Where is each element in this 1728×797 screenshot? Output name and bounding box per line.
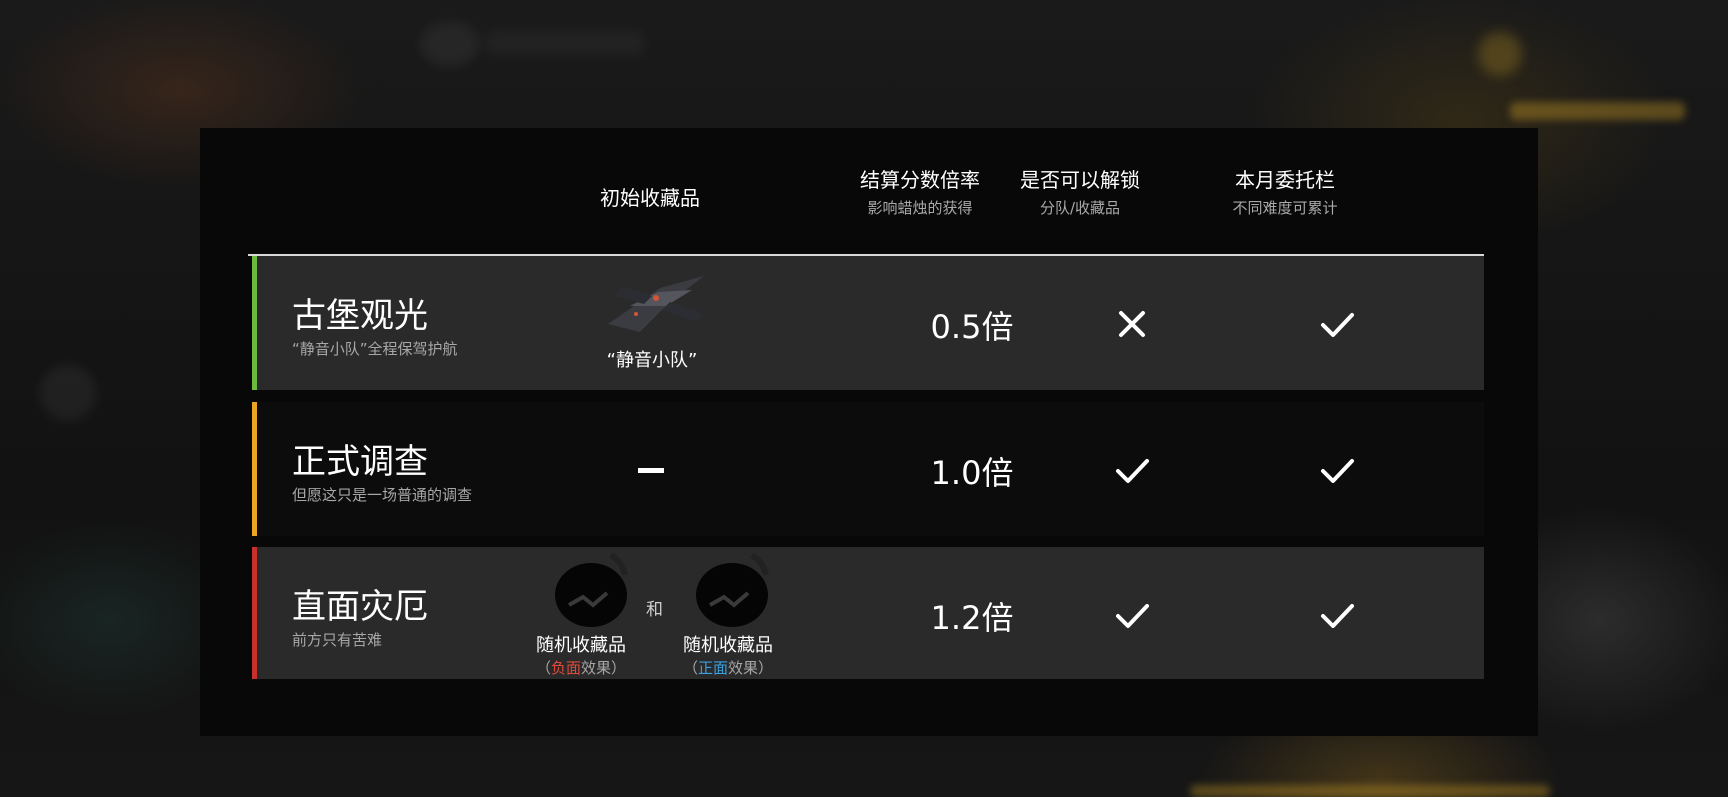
- random-collectible-bag-icon: [690, 549, 780, 629]
- squad-ship-icon: [600, 266, 710, 336]
- paren-open: （: [682, 659, 698, 677]
- check-icon: [1307, 440, 1367, 500]
- col-head-collectible: 初始收藏品: [550, 182, 750, 211]
- difficulty-desc: “静音小队”全程保驾护航: [292, 340, 458, 358]
- effect-suffix: 效果）: [728, 659, 774, 677]
- difficulty-row-formal-investigation[interactable]: 正式调查 但愿这只是一场普通的调查 1.0倍: [252, 402, 1484, 536]
- collectible-positive-label: 随机收藏品: [683, 635, 773, 656]
- bg-gold-bar: [1510, 102, 1685, 120]
- row-accent-bar: [252, 256, 257, 390]
- and-connector: 和: [646, 600, 663, 620]
- col-head-slot: 本月委托栏 不同难度可累计: [1195, 164, 1375, 218]
- difficulty-row-castle-tour[interactable]: 古堡观光 “静音小队”全程保驾护航 “静音小队” 0.5倍: [252, 256, 1484, 390]
- bg-gold-bar-bottom: [1190, 785, 1550, 797]
- check-icon: [1102, 440, 1162, 500]
- difficulty-desc: 但愿这只是一场普通的调查: [292, 486, 473, 504]
- difficulty-panel: 初始收藏品 结算分数倍率 影响蜡烛的获得 是否可以解锁 分队/收藏品 本月委托栏…: [200, 128, 1538, 736]
- difficulty-name: 直面灾厄: [292, 587, 428, 627]
- col-sub-slot: 不同难度可累计: [1232, 199, 1338, 217]
- cross-icon: [1102, 294, 1162, 354]
- random-collectible-bag-icon: [549, 549, 639, 629]
- effect-suffix: 效果）: [581, 659, 627, 677]
- score-multiplier: 1.0倍: [930, 454, 1014, 492]
- check-icon: [1102, 585, 1162, 645]
- collectible-label: “静音小队”: [606, 350, 698, 371]
- col-sub-unlock: 分队/收藏品: [1039, 199, 1121, 217]
- bg-avatar-blur: [40, 365, 96, 421]
- bg-coin-blur: [1478, 32, 1522, 76]
- collectible-positive-effect: （正面效果）: [668, 657, 788, 678]
- score-multiplier: 1.2倍: [930, 599, 1014, 637]
- check-icon: [1307, 585, 1367, 645]
- effect-positive: 正面: [697, 659, 728, 677]
- check-icon: [1307, 294, 1367, 354]
- bg-text-blur: [485, 30, 645, 56]
- difficulty-name: 正式调查: [292, 442, 428, 482]
- difficulty-row-face-disaster[interactable]: 直面灾厄 前方只有苦难 和 随机收藏品 （负面效果） 随机收藏品 （正面效果） …: [252, 547, 1484, 679]
- collectible-negative-label: 随机收藏品: [536, 635, 626, 656]
- col-head-unlock: 是否可以解锁 分队/收藏品: [990, 164, 1170, 218]
- col-title-unlock: 是否可以解锁: [1020, 168, 1140, 192]
- difficulty-desc: 前方只有苦难: [292, 631, 383, 649]
- bg-icon-blur: [420, 22, 480, 66]
- col-title-slot: 本月委托栏: [1235, 168, 1335, 192]
- row-accent-bar: [252, 402, 257, 536]
- score-multiplier: 0.5倍: [930, 308, 1014, 346]
- difficulty-name: 古堡观光: [292, 296, 428, 336]
- col-title-collectible: 初始收藏品: [600, 186, 700, 210]
- row-accent-bar: [252, 547, 257, 679]
- effect-negative: 负面: [550, 659, 581, 677]
- paren-open: （: [535, 659, 551, 677]
- collectible-negative-effect: （负面效果）: [521, 657, 641, 678]
- no-collectible-dash: [638, 468, 664, 473]
